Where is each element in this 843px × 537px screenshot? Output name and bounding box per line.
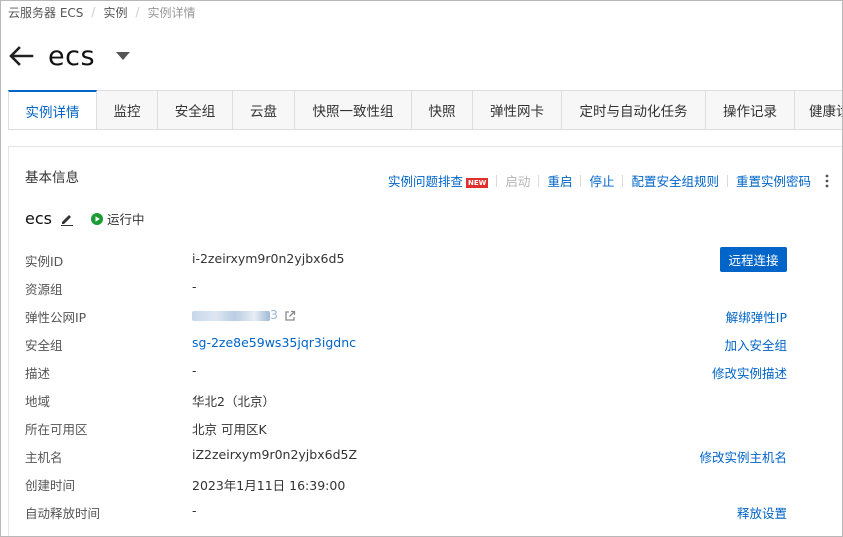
eip-value[interactable]: 3 <box>192 307 296 322</box>
security-group-label: 安全组 <box>25 338 63 353</box>
divider <box>496 174 498 187</box>
description-value: - <box>192 363 197 378</box>
unbind-eip-link[interactable]: 解绑弹性IP <box>726 307 787 326</box>
row-description: 描述 - 修改实例描述 <box>25 361 787 381</box>
tab-health-diagnosis[interactable]: 健康诊 <box>795 90 843 129</box>
tab-snapshot-consistency-groups[interactable]: 快照一致性组 <box>295 90 412 129</box>
breadcrumb-ecs[interactable]: 云服务器 ECS <box>8 4 83 21</box>
hostname-value: iZ2zeirxym9r0n2yjbx6d5Z <box>192 447 358 462</box>
row-security-group: 安全组 sg-2ze8e59ws35jqr3igdnc 加入安全组 <box>25 333 787 353</box>
tab-scheduled-tasks[interactable]: 定时与自动化任务 <box>562 90 706 129</box>
detail-tabs: 实例详情 监控 安全组 云盘 快照一致性组 快照 弹性网卡 定时与自动化任务 操… <box>8 90 843 130</box>
zone-label: 所在可用区 <box>25 422 88 437</box>
join-security-group-link[interactable]: 加入安全组 <box>724 335 787 354</box>
edit-hostname-link[interactable]: 修改实例主机名 <box>699 447 787 466</box>
pencil-icon[interactable] <box>60 212 74 226</box>
edit-description-link[interactable]: 修改实例描述 <box>712 363 787 382</box>
restart-button[interactable]: 重启 <box>547 171 572 190</box>
row-auto-release: 自动释放时间 - 释放设置 <box>25 501 787 521</box>
row-instance-id: 实例ID i-2zeirxym9r0n2yjbx6d5 <box>25 249 787 269</box>
divider <box>622 174 624 187</box>
release-settings-link[interactable]: 释放设置 <box>737 503 787 522</box>
vertical-ellipsis-icon[interactable] <box>825 174 829 188</box>
tab-operation-logs[interactable]: 操作记录 <box>706 90 795 129</box>
troubleshoot-label: 实例问题排查 <box>388 174 464 189</box>
start-button: 启动 <box>505 174 531 189</box>
redacted-ip <box>192 310 270 321</box>
basic-info-panel: 基本信息 实例问题排查 NEW 启动 重启 停止 配置安全组规则 重置实例密码 e… <box>8 146 843 537</box>
row-eip: 弹性公网IP 3 解绑弹性IP <box>25 305 787 325</box>
status-badge: 运行中 <box>90 209 145 228</box>
row-region: 地域 华北2（北京） <box>25 389 787 409</box>
instance-id-label: 实例ID <box>25 254 64 269</box>
divider <box>726 174 728 187</box>
hostname-label: 主机名 <box>25 450 63 465</box>
auto-release-value: - <box>192 503 197 518</box>
eip-label: 弹性公网IP <box>25 310 87 325</box>
tab-instance-details[interactable]: 实例详情 <box>8 90 97 129</box>
tab-disks[interactable]: 云盘 <box>233 90 295 129</box>
region-value: 华北2（北京） <box>192 394 275 409</box>
breadcrumb-separator: / <box>135 5 140 19</box>
page-title: ecs <box>48 40 96 72</box>
troubleshoot-link[interactable]: 实例问题排查 NEW <box>388 171 489 190</box>
tab-monitoring[interactable]: 监控 <box>97 90 158 129</box>
divider <box>580 174 582 187</box>
row-resource-group: 资源组 - <box>25 277 787 297</box>
arrow-left-icon[interactable] <box>8 45 34 67</box>
new-badge: NEW <box>466 177 489 188</box>
external-link-icon[interactable] <box>284 310 296 322</box>
reset-password-link[interactable]: 重置实例密码 <box>736 171 811 190</box>
caret-down-icon[interactable] <box>115 51 131 61</box>
created-at-label: 创建时间 <box>25 478 76 493</box>
tab-eni[interactable]: 弹性网卡 <box>473 90 562 129</box>
created-at-value: 2023年1月11日 16:39:00 <box>192 478 346 493</box>
breadcrumb-separator: / <box>91 5 96 19</box>
breadcrumb: 云服务器 ECS / 实例 / 实例详情 <box>8 4 196 20</box>
configure-security-group-rules-link[interactable]: 配置安全组规则 <box>631 171 719 190</box>
status-text: 运行中 <box>106 212 145 227</box>
breadcrumb-instance-details: 实例详情 <box>147 5 196 20</box>
resource-group-label: 资源组 <box>25 282 63 297</box>
instance-id-value: i-2zeirxym9r0n2yjbx6d5 <box>192 251 345 266</box>
instance-actions: 实例问题排查 NEW 启动 重启 停止 配置安全组规则 重置实例密码 <box>388 171 829 190</box>
section-title: 基本信息 <box>25 170 79 186</box>
zone-value: 北京 可用区K <box>192 422 267 437</box>
instance-summary: ecs 运行中 <box>25 209 145 228</box>
breadcrumb-instances[interactable]: 实例 <box>103 4 127 21</box>
description-label: 描述 <box>25 366 51 381</box>
row-created-at: 创建时间 2023年1月11日 16:39:00 <box>25 473 787 493</box>
row-zone: 所在可用区 北京 可用区K <box>25 417 787 437</box>
security-group-link[interactable]: sg-2ze8e59ws35jqr3igdnc <box>192 335 356 350</box>
tab-snapshots[interactable]: 快照 <box>412 90 473 129</box>
resource-group-value: - <box>192 279 197 294</box>
play-circle-icon <box>90 212 103 225</box>
eip-value-suffix: 3 <box>270 307 278 322</box>
auto-release-label: 自动释放时间 <box>25 506 101 521</box>
instance-name: ecs <box>25 209 52 228</box>
row-hostname: 主机名 iZ2zeirxym9r0n2yjbx6d5Z 修改实例主机名 <box>25 445 787 465</box>
tab-security-groups[interactable]: 安全组 <box>158 90 233 129</box>
region-label: 地域 <box>25 394 51 409</box>
stop-button[interactable]: 停止 <box>589 171 614 190</box>
page-header: ecs <box>8 38 131 74</box>
divider <box>538 174 540 187</box>
